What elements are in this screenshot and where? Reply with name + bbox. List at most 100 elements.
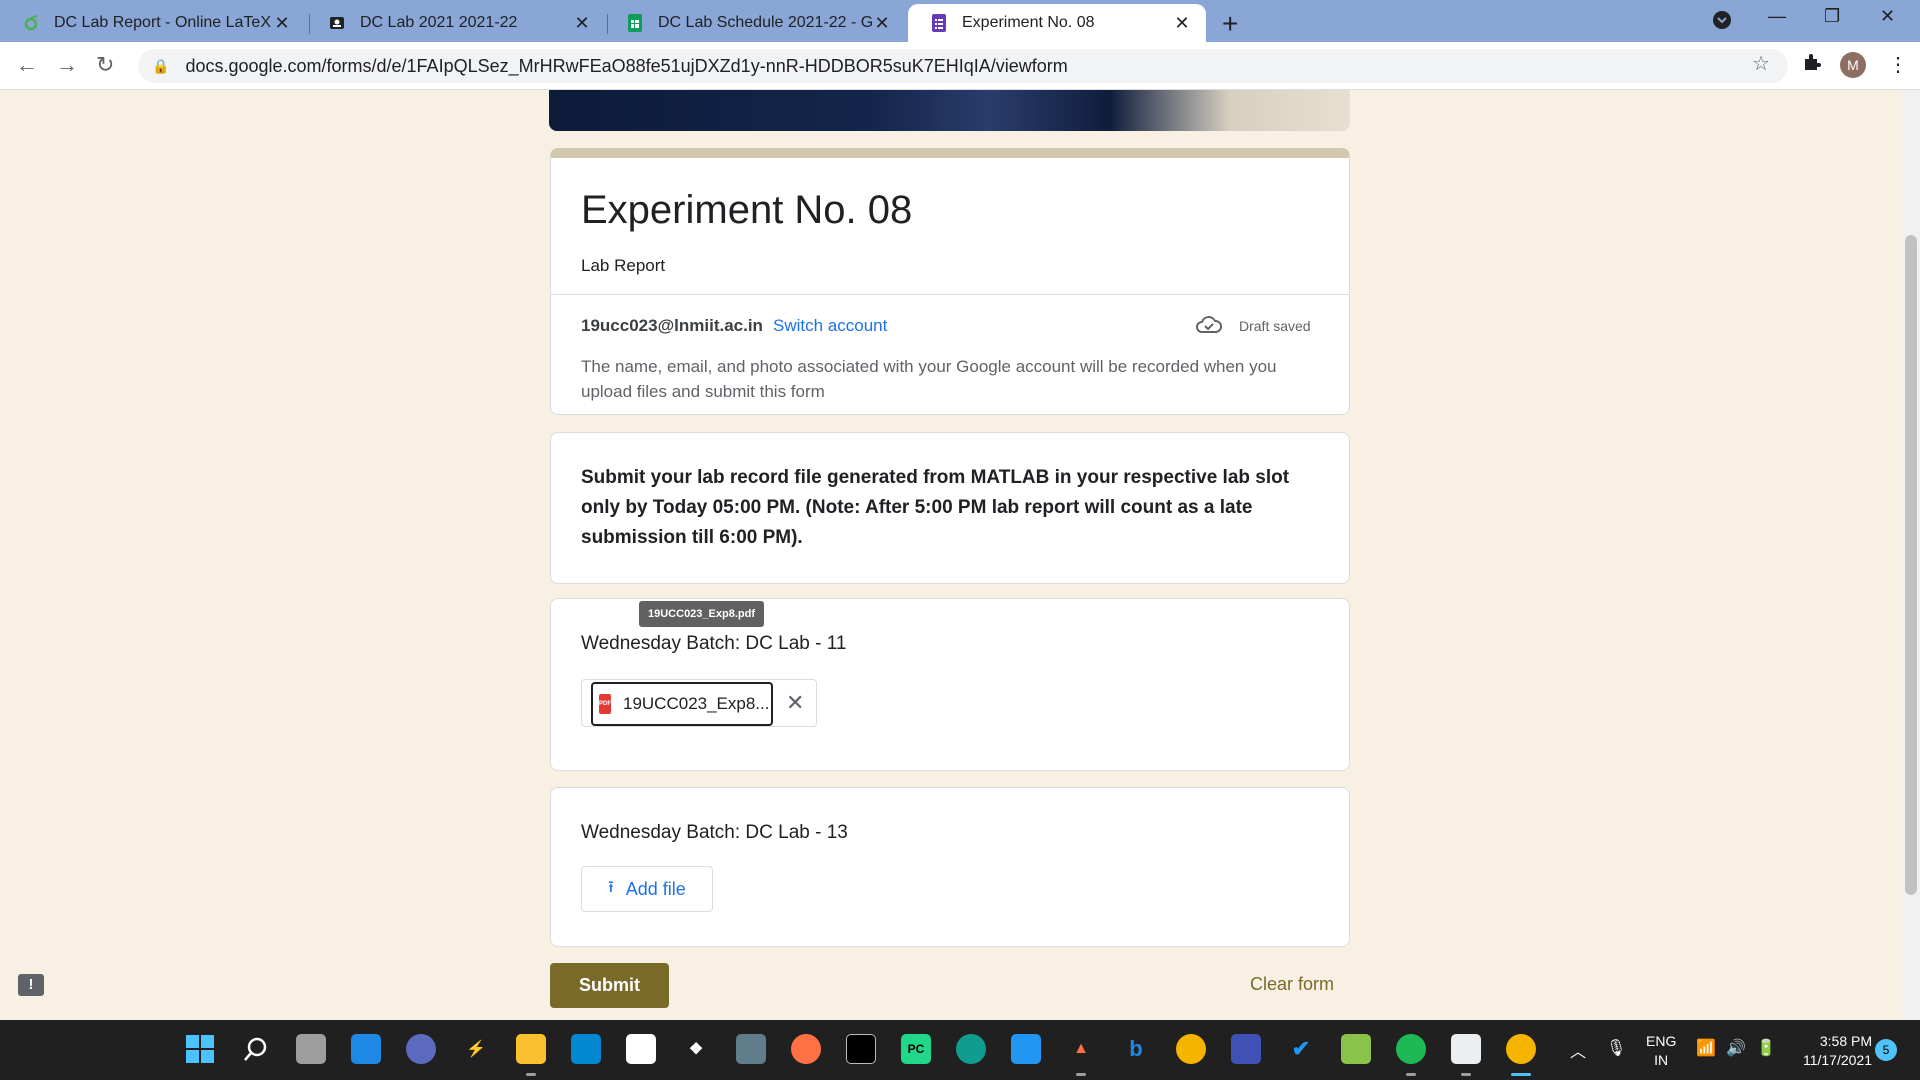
remove-file-icon[interactable]: ✕ — [786, 690, 804, 716]
close-tab-icon[interactable]: ✕ — [272, 13, 292, 34]
tab-title: DC Lab 2021 2021-22 — [360, 14, 518, 31]
close-window-icon[interactable]: ✕ — [1880, 6, 1895, 27]
tab-overleaf[interactable]: DC Lab Report - Online LaTeX Ed ✕ — [0, 4, 306, 42]
report-issue-icon[interactable]: ! — [18, 974, 44, 996]
menu-kebab-icon[interactable]: ⋮ — [1888, 52, 1908, 77]
close-tab-icon[interactable]: ✕ — [572, 13, 592, 34]
minimize-icon[interactable]: — — [1768, 6, 1786, 27]
filename-tooltip: 19UCC023_Exp8.pdf — [639, 601, 764, 627]
task-view-icon[interactable] — [296, 1034, 326, 1064]
calculator-icon[interactable] — [736, 1034, 766, 1064]
edge-icon[interactable] — [956, 1034, 986, 1064]
back-icon[interactable]: ← — [16, 52, 38, 78]
bing-icon[interactable]: b — [1121, 1034, 1151, 1064]
active-app-indicator — [1511, 1073, 1531, 1076]
forward-icon[interactable]: → — [56, 52, 78, 78]
url-text: docs.google.com/forms/d/e/1FAIpQLSez_MrH… — [185, 55, 1068, 76]
clear-form-button[interactable]: Clear form — [1250, 974, 1334, 995]
desktop-icon[interactable] — [571, 1034, 601, 1064]
battery-icon[interactable]: 🔋 — [1756, 1038, 1776, 1058]
remote-desktop-icon[interactable] — [1231, 1034, 1261, 1064]
divider — [551, 294, 1349, 295]
browser-toolbar: ← → ↻ 🔒 docs.google.com/forms/d/e/1FAIpQ… — [0, 42, 1920, 90]
pycharm-icon[interactable]: PC — [901, 1034, 931, 1064]
scrollbar-thumb[interactable] — [1905, 235, 1917, 895]
profile-avatar[interactable]: M — [1840, 52, 1866, 78]
running-indicator — [526, 1073, 536, 1076]
language-code: ENG — [1646, 1033, 1677, 1049]
cloud-saved-icon — [1195, 314, 1223, 341]
dropbox-icon[interactable]: ❖ — [681, 1034, 711, 1064]
tab-search-icon[interactable] — [1712, 10, 1732, 35]
search-icon[interactable] — [241, 1034, 271, 1064]
add-file-label: Add file — [625, 878, 686, 899]
windows-taskbar: ⚡ ❖ PC ▲ b ✔ ︿ 🎙 ENG IN 📶 🔊 🔋 3:58 PM 11… — [0, 1020, 1920, 1080]
language-region: IN — [1654, 1052, 1669, 1068]
new-tab-icon[interactable]: + — [1222, 8, 1238, 40]
chrome-profile-icon[interactable] — [1506, 1034, 1536, 1064]
address-bar[interactable]: 🔒 docs.google.com/forms/d/e/1FAIpQLSez_M… — [138, 49, 1788, 83]
account-email: 19ucc023@lnmiit.ac.in — [581, 316, 763, 335]
instructions-text: Submit your lab record file generated fr… — [581, 467, 1290, 548]
running-indicator — [1461, 1073, 1471, 1076]
snipping-tool-icon[interactable] — [1451, 1034, 1481, 1064]
extensions-icon[interactable] — [1802, 52, 1822, 78]
start-menu-icon[interactable] — [185, 1034, 215, 1064]
notification-badge[interactable]: 5 — [1875, 1039, 1897, 1061]
instructions-card: Submit your lab record file generated fr… — [550, 432, 1350, 584]
form-header-card: Experiment No. 08 Lab Report 19ucc023@ln… — [550, 148, 1350, 415]
running-indicator — [1406, 1073, 1416, 1076]
tab-classroom[interactable]: DC Lab 2021 2021-22 ✕ — [306, 4, 606, 42]
tab-title: DC Lab Report - Online LaTeX Ed — [54, 14, 272, 31]
privacy-notice: The name, email, and photo associated wi… — [581, 357, 1277, 401]
microphone-icon[interactable]: 🎙 — [1606, 1038, 1626, 1058]
tab-title: Experiment No. 08 — [962, 14, 1095, 31]
widgets-icon[interactable] — [351, 1034, 381, 1064]
reload-icon[interactable]: ↻ — [96, 52, 114, 78]
close-tab-icon[interactable]: ✕ — [1172, 13, 1192, 34]
bookmark-star-icon[interactable]: ☆ — [1752, 51, 1770, 76]
classroom-icon — [328, 14, 346, 32]
page-scrollbar[interactable] — [1902, 90, 1920, 1020]
form-title: Experiment No. 08 — [581, 188, 913, 232]
firefox-icon[interactable] — [791, 1034, 821, 1064]
tab-experiment[interactable]: Experiment No. 08 ✕ — [908, 4, 1206, 42]
volume-icon[interactable]: 🔊 — [1726, 1038, 1746, 1058]
notepad-icon[interactable] — [1011, 1034, 1041, 1064]
hidden-icons-chevron-icon[interactable]: ︿ — [1570, 1038, 1586, 1062]
add-file-button[interactable]: ⭱ Add file — [581, 866, 713, 912]
question-card-dc-lab-11: 19UCC023_Exp8.pdf Wednesday Batch: DC La… — [550, 598, 1350, 771]
uploaded-file-box: PDF 19UCC023_Exp8.... ✕ — [581, 679, 817, 727]
microsoft-store-icon[interactable] — [626, 1034, 656, 1064]
file-explorer-icon[interactable] — [516, 1034, 546, 1064]
question-title: Wednesday Batch: DC Lab - 11 — [581, 633, 847, 654]
draft-status: Draft saved — [1239, 318, 1311, 334]
form-description: Lab Report — [581, 256, 666, 275]
sheets-icon — [626, 14, 644, 32]
vscode-insiders-icon[interactable]: ⚡ — [461, 1034, 491, 1064]
close-tab-icon[interactable]: ✕ — [872, 13, 892, 34]
clock-time: 3:58 PM — [1819, 1033, 1872, 1049]
overleaf-icon — [22, 14, 40, 32]
terminal-icon[interactable] — [846, 1034, 876, 1064]
chrome-icon[interactable] — [1176, 1034, 1206, 1064]
matlab-icon[interactable]: ▲ — [1066, 1034, 1096, 1064]
question-title: Wednesday Batch: DC Lab - 13 — [581, 822, 848, 843]
clock-date: 11/17/2021 — [1802, 1052, 1872, 1068]
uploaded-file-chip[interactable]: PDF 19UCC023_Exp8.... — [591, 682, 775, 726]
tab-title: DC Lab Schedule 2021-22 - Goog — [658, 14, 872, 31]
switch-account-link[interactable]: Switch account — [773, 316, 887, 336]
language-indicator[interactable]: ENG IN — [1646, 1032, 1676, 1070]
photo-app-icon[interactable] — [1341, 1034, 1371, 1064]
system-clock[interactable]: 3:58 PM 11/17/2021 — [1792, 1032, 1872, 1070]
uploaded-file-name: 19UCC023_Exp8.... — [623, 694, 775, 713]
spotify-icon[interactable] — [1396, 1034, 1426, 1064]
lock-icon[interactable]: 🔒 — [152, 58, 169, 75]
teams-chat-icon[interactable] — [406, 1034, 436, 1064]
wifi-icon[interactable]: 📶 — [1696, 1038, 1716, 1058]
restore-icon[interactable]: ❐ — [1824, 6, 1840, 27]
question-card-dc-lab-13: Wednesday Batch: DC Lab - 13 ⭱ Add file — [550, 787, 1350, 947]
todo-icon[interactable]: ✔ — [1286, 1034, 1316, 1064]
tab-sheets[interactable]: DC Lab Schedule 2021-22 - Goog ✕ — [604, 4, 906, 42]
submit-button[interactable]: Submit — [550, 963, 669, 1008]
